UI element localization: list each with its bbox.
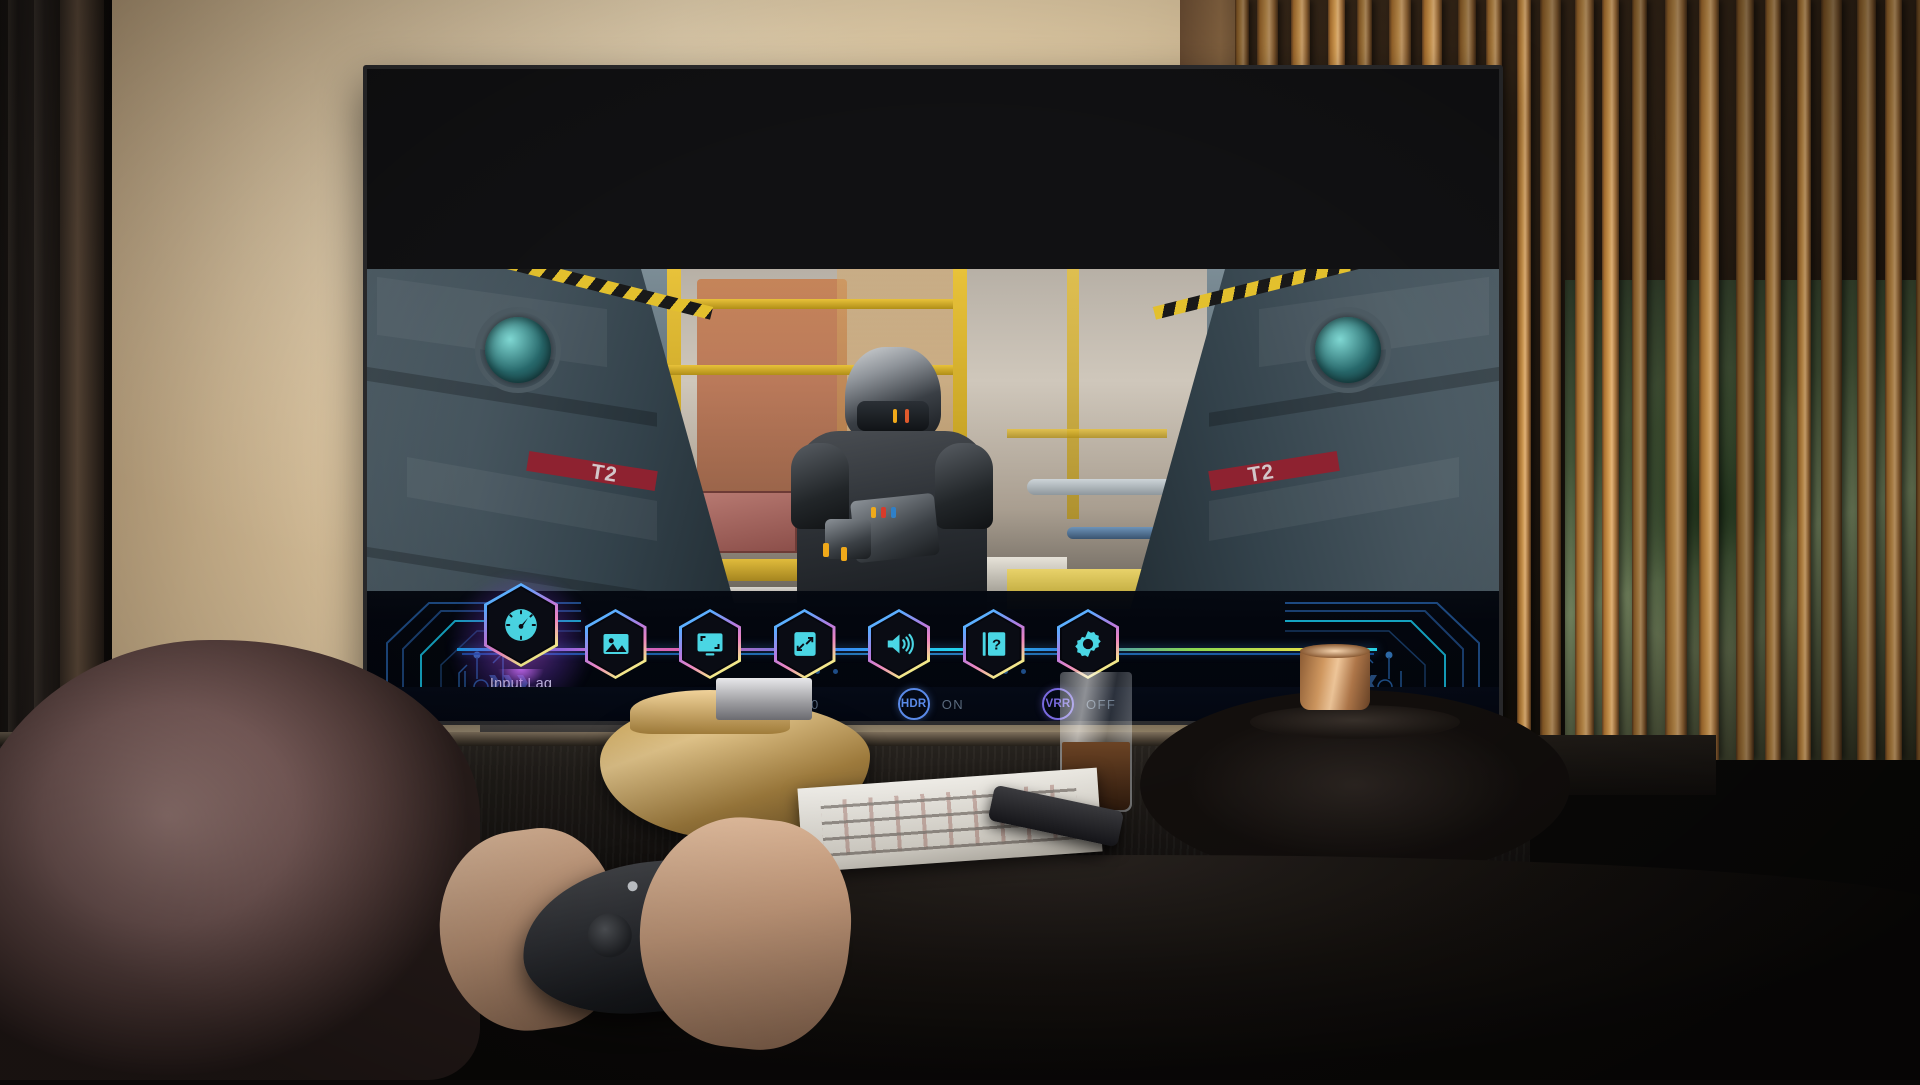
status-hdr: HDR ON xyxy=(898,688,964,720)
wood-slat xyxy=(1765,0,1781,760)
hex-frame: ? xyxy=(963,609,1025,679)
hex-frame xyxy=(484,583,558,667)
wood-slat xyxy=(1857,0,1876,760)
wood-slat xyxy=(1821,0,1842,760)
letterbox-bar-top xyxy=(367,69,1499,269)
hex-frame xyxy=(585,609,647,679)
wood-slat xyxy=(1885,0,1902,760)
copper-cup-rim xyxy=(1300,644,1370,658)
tv-screen[interactable]: FUEL VENTS KEEP CLEAR AREA 4 B KEEP CLEA… xyxy=(367,69,1499,721)
tv-bezel: FUEL VENTS KEEP CLEAR AREA 4 B KEEP CLEA… xyxy=(363,65,1503,725)
wood-slat xyxy=(1602,0,1619,760)
wood-slat xyxy=(1736,0,1754,760)
hex-frame xyxy=(679,609,741,679)
status-value-hdr: ON xyxy=(942,697,964,712)
wood-slat xyxy=(1916,0,1920,760)
hull-decal-text-right: T2 xyxy=(1247,460,1277,488)
hex-frame xyxy=(774,609,836,679)
wood-slat xyxy=(1699,0,1719,760)
hull-decal-text-left: T2 xyxy=(589,460,619,488)
wood-slat xyxy=(1665,0,1687,760)
room-scene: FUEL VENTS KEEP CLEAR AREA 4 B KEEP CLEA… xyxy=(0,0,1920,1080)
svg-text:?: ? xyxy=(992,637,1001,654)
wood-slat xyxy=(1632,0,1647,760)
hex-frame xyxy=(868,609,930,679)
person-shoulder xyxy=(0,640,480,1080)
wood-slat xyxy=(1575,0,1594,760)
television[interactable]: FUEL VENTS KEEP CLEAR AREA 4 B KEEP CLEA… xyxy=(363,65,1503,725)
status-badge-hdr: HDR xyxy=(898,688,930,720)
hex-frame xyxy=(1057,609,1119,679)
wood-slat xyxy=(1540,0,1561,760)
side-table-shelf xyxy=(1250,705,1460,739)
wood-slat xyxy=(1797,0,1811,760)
silver-object xyxy=(716,678,812,720)
wood-slat xyxy=(1517,0,1531,760)
